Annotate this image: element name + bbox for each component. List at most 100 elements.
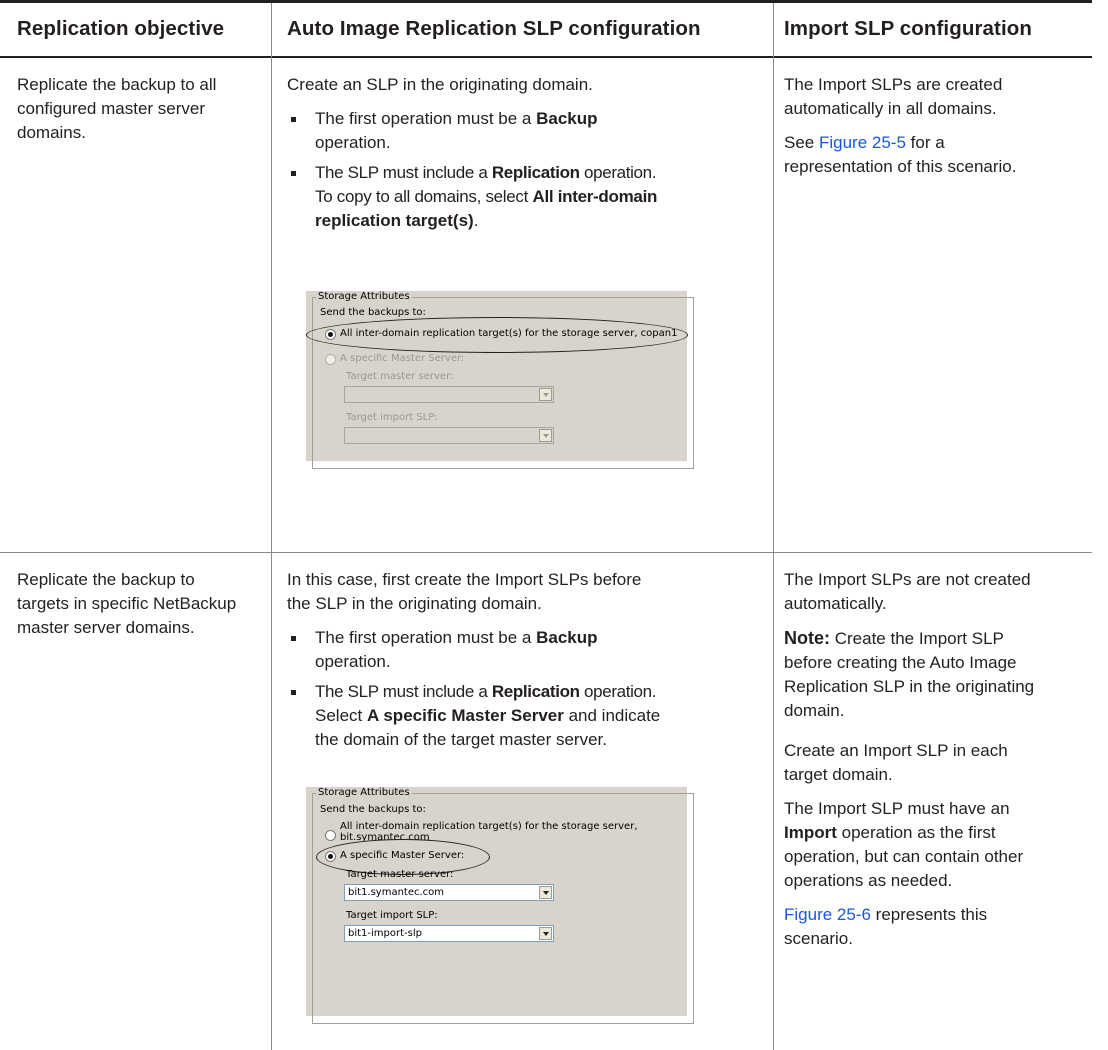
row2-note-line: Replication SLP in the originating [784,677,1035,696]
row1-import-line: representation of this scenario. [784,157,1017,176]
row1-bullet-1: The first operation must be a Backup ope… [287,107,767,155]
text: for a [905,133,945,152]
row2-objective: Replicate the backup to targets in speci… [17,568,267,640]
figure-25-5-link[interactable]: Figure 25-5 [819,133,906,152]
target-master-label: Target master server: [346,371,454,382]
row1-objective-line: domains. [17,123,86,142]
row1-intro: Create an SLP in the originating domain. [287,75,593,94]
row2-import-line: operations as needed. [784,871,953,890]
text: operation as the first [836,823,996,842]
text: Create the Import SLP [830,629,1004,648]
storage-attributes-title: Storage Attributes [316,787,412,798]
option-specific-master-label: A specific Master Server: [340,353,465,364]
bullet-marker [291,117,296,122]
bullet-marker [291,636,296,641]
row2-bullet-2-line: Select A specific Master Server and indi… [315,704,767,728]
chevron-down-icon [539,886,552,899]
row2-note-line: domain. [784,701,845,720]
text: The first operation must be a [315,109,537,128]
row1-bullet-2-line: replication target(s). [315,209,767,233]
send-backups-label: Send the backups to: [320,307,426,318]
target-import-combo[interactable] [344,427,554,444]
target-master-label: Target master server: [346,869,454,880]
bold-text: Backup [536,109,598,128]
chevron-down-icon [539,429,552,442]
row2-import-line: Import operation as the first [784,821,1084,845]
row1-bullet-2: The SLP must include a Replication opera… [287,161,767,233]
text: . [473,211,479,230]
text: and indicate [563,706,661,725]
text: See [784,133,819,152]
note-label: Note: [784,628,830,648]
row2-bullet-2-line: the domain of the target master server. [315,730,607,749]
row1-objective-line: Replicate the backup to all [17,75,217,94]
bold-text: Import [784,823,837,842]
text: operation. [579,163,657,182]
row2-objective-line: targets in specific NetBackup [17,594,237,613]
row2-intro-line: In this case, first create the Import SL… [287,570,642,589]
row2-note-line: Note: Create the Import SLP [784,626,1084,651]
text: The SLP must include a [315,682,492,701]
target-master-combo[interactable] [344,386,554,403]
text: Select [315,706,367,725]
row1-storage-attributes-screenshot: Storage Attributes Send the backups to: … [306,291,694,469]
target-master-value: bit1.symantec.com [348,887,445,898]
row1-import-line: automatically in all domains. [784,99,997,118]
text: represents this [870,905,988,924]
header-auto-image-replication: Auto Image Replication SLP configuration [287,17,701,40]
storage-attributes-title: Storage Attributes [316,291,412,302]
bold-text: A specific Master Server [366,706,564,725]
bold-text: Replication [491,682,580,701]
row1-import-see-line: See Figure 25-5 for a [784,131,1084,155]
radio-specific-master[interactable] [325,354,336,365]
row1-bullet-2-line: The SLP must include a Replication opera… [315,161,767,185]
header-bottom-rule [0,56,1092,58]
col-divider-1 [271,3,272,1050]
text: To copy to all domains, select [315,187,533,206]
option-all-inter-domain-label: All inter-domain replication target(s) f… [340,821,638,832]
bold-text: Replication [491,163,580,182]
row2-import-line: The Import SLP must have an [784,799,1010,818]
table-top-rule [0,0,1092,3]
row2-auto-config: In this case, first create the Import SL… [287,568,767,752]
radio-all-inter-domain[interactable] [325,830,336,841]
row2-bullet-2-line: The SLP must include a Replication opera… [315,680,767,704]
row1-bullet-2-line: To copy to all domains, select All inter… [315,185,767,209]
row2-import-line: Create an Import SLP in each [784,741,1008,760]
header-replication-objective: Replication objective [17,17,225,40]
text: operation. [579,682,657,701]
row-divider [0,552,1092,553]
col-divider-2 [773,3,774,1050]
row2-objective-line: Replicate the backup to [17,570,195,589]
target-master-combo[interactable]: bit1.symantec.com [344,884,554,901]
chevron-down-icon [539,388,552,401]
highlight-ellipse [306,317,688,353]
row2-bullet-1: The first operation must be a Backup ope… [287,626,767,674]
bold-text: All inter-domain [532,187,658,206]
target-import-combo[interactable]: bit1-import-slp [344,925,554,942]
target-import-label: Target import SLP: [346,412,438,423]
row2-import-line: target domain. [784,765,893,784]
bullet-marker [291,690,296,695]
row2-import-line: operation, but can contain other [784,847,1024,866]
row1-import-line: The Import SLPs are created [784,75,1003,94]
row1-objective-line: configured master server [17,99,206,118]
send-backups-label: Send the backups to: [320,804,426,815]
row1-auto-config: Create an SLP in the originating domain.… [287,73,767,233]
row2-intro-line: the SLP in the originating domain. [287,594,542,613]
row2-storage-attributes-screenshot: Storage Attributes Send the backups to: … [306,787,694,1024]
figure-25-6-link[interactable]: Figure 25-6 [784,905,871,924]
target-import-value: bit1-import-slp [348,928,422,939]
row2-figure-line: Figure 25-6 represents this [784,903,1084,927]
text: The first operation must be a [315,628,537,647]
chevron-down-icon [539,927,552,940]
header-import-slp: Import SLP configuration [784,17,1033,40]
row1-bullet-1-line: The first operation must be a Backup [315,107,767,131]
bold-text: replication target(s) [315,211,474,230]
target-import-label: Target import SLP: [346,910,438,921]
bullet-marker [291,171,296,176]
row2-import-line: automatically. [784,594,887,613]
row2-note-line: before creating the Auto Image [784,653,1017,672]
row2-bullet-1-line: The first operation must be a Backup [315,626,767,650]
bold-text: Backup [536,628,598,647]
